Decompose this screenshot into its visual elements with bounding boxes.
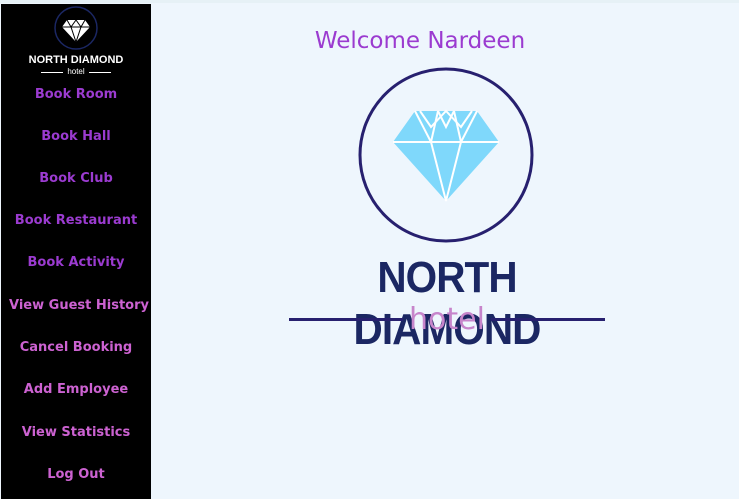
sidebar-item-cancel-booking[interactable]: Cancel Booking [1, 333, 151, 363]
diamond-icon [358, 67, 534, 243]
sidebar-item-add-employee[interactable]: Add Employee [1, 375, 151, 405]
sidebar-item-book-restaurant[interactable]: Book Restaurant [1, 206, 151, 236]
sidebar-item-log-out[interactable]: Log Out [1, 460, 151, 490]
diamond-icon [54, 6, 98, 50]
sidebar-item-book-club[interactable]: Book Club [1, 164, 151, 194]
sidebar-item-book-room[interactable]: Book Room [1, 80, 151, 110]
welcome-heading: Welcome Nardeen [314, 28, 526, 54]
sidebar-brand-sub: hotel [67, 67, 85, 76]
hotel-logo: NORTH DIAMOND hotel [285, 66, 609, 354]
sidebar: NORTH DIAMOND hotel Book Room Book Hall … [1, 4, 151, 499]
logo-divider-right [491, 318, 605, 321]
sidebar-item-view-statistics[interactable]: View Statistics [1, 418, 151, 448]
brand-divider [89, 72, 111, 73]
sidebar-brand-name: NORTH DIAMOND [28, 54, 124, 66]
sidebar-logo: NORTH DIAMOND hotel [1, 6, 151, 78]
sidebar-item-view-guest-history[interactable]: View Guest History [4, 291, 154, 321]
sidebar-item-book-activity[interactable]: Book Activity [1, 248, 151, 278]
sidebar-item-book-hall[interactable]: Book Hall [1, 122, 151, 152]
top-divider [0, 0, 739, 3]
